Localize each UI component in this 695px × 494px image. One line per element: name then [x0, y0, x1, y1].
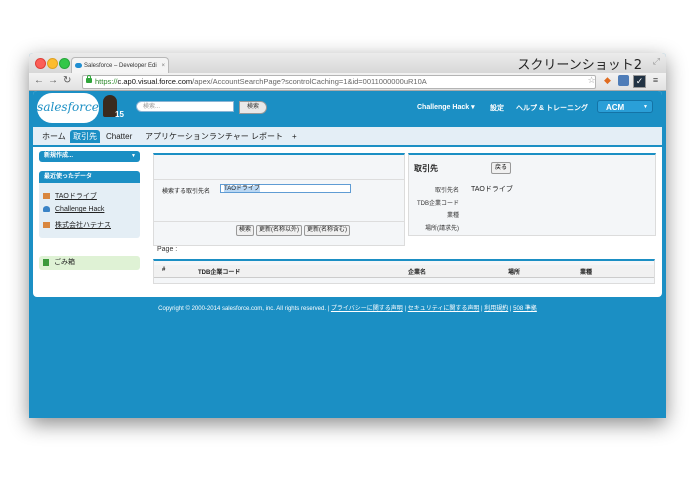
field-label: 取引先名 — [434, 188, 459, 194]
footer: Copyright © 2000-2014 salesforce.com, in… — [158, 306, 537, 312]
recent-items-title: 最近使ったデータ — [39, 171, 140, 183]
zoom-window-icon[interactable] — [59, 58, 70, 69]
reload-icon[interactable]: ↻ — [63, 74, 71, 88]
field-label: 場所(請求先) — [425, 226, 459, 232]
tab-reports[interactable]: レポート — [248, 130, 286, 143]
new-record-button[interactable]: 新規作成... ▼ — [39, 151, 140, 162]
bookmark-star-icon[interactable]: ☆ — [586, 75, 597, 86]
account-icon — [43, 222, 50, 229]
browser-toolbar: ← → ↻ https://c.ap0.visual.force.com/ape… — [29, 73, 666, 91]
chevron-down-icon: ▼ — [131, 153, 136, 159]
salesforce-page: salesforce 15 検索... 検索 Challenge Hack ▾ … — [33, 91, 662, 297]
window-title: スクリーンショット2 — [517, 58, 642, 73]
tab-app-launcher[interactable]: アプリケーションランチャー — [142, 130, 252, 143]
chevron-down-icon: ▼ — [643, 104, 648, 110]
account-name-input[interactable]: TAOドライブ — [220, 184, 351, 193]
page-label: Page : — [157, 246, 178, 253]
setup-link[interactable]: 設定 — [490, 103, 504, 113]
trash-icon — [43, 258, 49, 266]
account-search-panel: 検索する取引先名 TAOドライブ 検索 更新(名称以外) 更新(名称含む) — [153, 153, 405, 246]
app-menu-label: ACM — [606, 103, 625, 112]
browser-tab-title: Salesforce – Developer Edi — [84, 63, 157, 69]
checkbox-extension-icon[interactable]: ✓ — [633, 75, 646, 88]
tab-home[interactable]: ホーム — [39, 130, 69, 143]
minimize-window-icon[interactable] — [47, 58, 58, 69]
field-value: TAOドライブ — [471, 186, 513, 193]
browser-tab[interactable]: Salesforce – Developer Edi × — [71, 57, 169, 73]
table-header: # TDB企業コード 企業名 場所 業種 — [154, 265, 654, 278]
global-search-input[interactable]: 検索... — [136, 101, 234, 112]
column-header[interactable]: # — [162, 267, 165, 273]
address-bar[interactable]: https://c.ap0.visual.force.com/apex/Acco… — [82, 75, 596, 89]
user-menu[interactable]: Challenge Hack ▾ — [417, 103, 475, 111]
new-record-label: 新規作成... — [44, 153, 74, 159]
search-button[interactable]: 検索 — [236, 225, 255, 236]
extension-icon[interactable] — [618, 75, 629, 86]
tab-add[interactable]: + — [289, 130, 300, 143]
divider — [154, 179, 404, 180]
column-header[interactable]: 業種 — [580, 267, 592, 276]
forward-arrow-icon[interactable]: → — [48, 74, 58, 88]
url-text: https://c.ap0.visual.force.com/apex/Acco… — [95, 77, 427, 86]
tab-chatter[interactable]: Chatter — [103, 130, 135, 143]
global-search-button[interactable]: 検索 — [239, 101, 267, 114]
account-detail-panel: 取引先 戻る 取引先名 TAOドライブ TDB企業コード 業種 場所(請求先) — [408, 153, 656, 236]
column-header[interactable]: 企業名 — [408, 267, 426, 276]
browser-window: Salesforce – Developer Edi × スクリーンショット2 … — [29, 53, 666, 418]
recycle-bin-link[interactable]: ごみ箱 — [39, 256, 140, 270]
account-icon — [43, 193, 50, 200]
security-link[interactable]: セキュリティに関する声明 — [408, 306, 480, 312]
user-icon — [43, 206, 50, 213]
help-link[interactable]: ヘルプ & トレーニング — [516, 103, 588, 113]
lock-icon — [86, 75, 92, 83]
salesforce-header: salesforce 15 検索... 検索 Challenge Hack ▾ … — [33, 91, 662, 127]
column-header[interactable]: TDB企業コード — [198, 267, 240, 276]
fullscreen-icon[interactable]: ⤢ — [653, 56, 660, 67]
copyright-text: Copyright © 2000-2014 salesforce.com, in… — [158, 306, 331, 312]
column-header[interactable]: 場所 — [508, 267, 520, 276]
update-excluding-name-button[interactable]: 更新(名称以外) — [256, 225, 302, 236]
recent-item[interactable]: TAOドライブ — [43, 191, 97, 201]
close-window-icon[interactable] — [35, 58, 46, 69]
tab-close-icon[interactable]: × — [161, 58, 165, 73]
tab-accounts[interactable]: 取引先 — [70, 130, 100, 143]
field-label: 業種 — [446, 213, 459, 219]
tab-bar: ホーム 取引先 Chatter アプリケーションランチャー レポート + — [33, 127, 662, 147]
extension-icon[interactable]: ◆ — [602, 75, 613, 86]
detail-title: 取引先 — [414, 164, 438, 173]
title-bar: Salesforce – Developer Edi × スクリーンショット2 … — [29, 53, 666, 74]
menu-icon[interactable]: ≡ — [650, 75, 661, 86]
recent-item[interactable]: Challenge Hack — [43, 206, 104, 213]
recent-items-panel: 最近使ったデータ TAOドライブ Challenge Hack 株式会社ハテナス — [39, 171, 140, 238]
release-badge: 15 — [115, 110, 124, 119]
sidebar: 新規作成... ▼ 最近使ったデータ TAOドライブ Challenge Hack… — [38, 149, 142, 286]
back-button[interactable]: 戻る — [491, 162, 512, 174]
divider — [154, 221, 404, 222]
update-including-name-button[interactable]: 更新(名称含む) — [304, 225, 350, 236]
field-label: TDB企業コード — [416, 201, 459, 207]
terms-link[interactable]: 利用規約 — [484, 306, 508, 312]
section508-link[interactable]: 508 準拠 — [513, 306, 537, 312]
back-arrow-icon[interactable]: ← — [34, 74, 44, 88]
privacy-link[interactable]: プライバシーに関する声明 — [331, 306, 403, 312]
recent-item[interactable]: 株式会社ハテナス — [43, 220, 111, 230]
results-table: # TDB企業コード 企業名 場所 業種 — [153, 259, 655, 284]
salesforce-logo[interactable]: salesforce — [37, 93, 99, 123]
app-menu[interactable]: ACM ▼ — [597, 100, 653, 113]
search-account-label: 検索する取引先名 — [162, 189, 211, 195]
salesforce-favicon-icon — [75, 63, 82, 68]
